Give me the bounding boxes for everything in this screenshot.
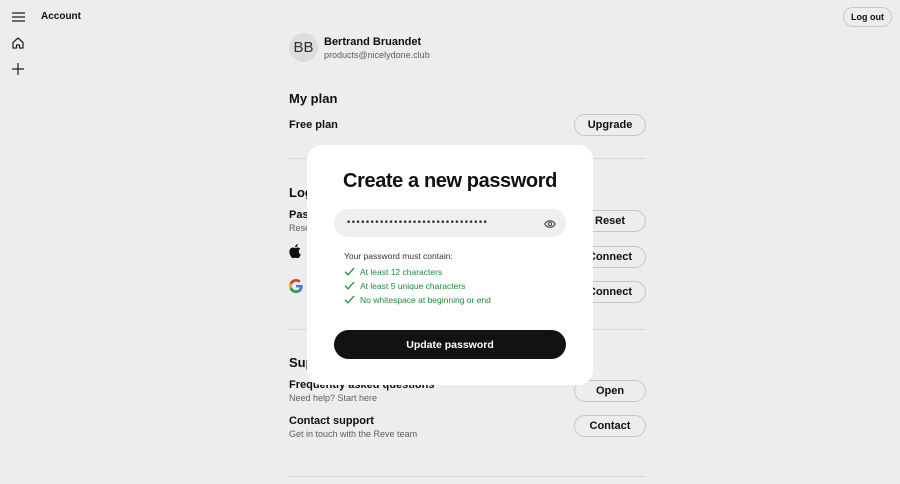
requirement-label: At least 12 characters — [360, 266, 443, 277]
requirements-title: Your password must contain: — [344, 251, 453, 261]
requirement-label: No whitespace at beginning or end — [360, 294, 491, 305]
check-icon — [344, 281, 355, 290]
password-value: •••••••••••••••••••••••••••••• — [346, 218, 488, 228]
requirement-item: At least 5 unique characters — [344, 280, 465, 291]
requirement-item: At least 12 characters — [344, 266, 442, 277]
requirement-item: No whitespace at beginning or end — [344, 294, 491, 305]
check-icon — [344, 267, 355, 276]
check-icon — [344, 295, 355, 304]
eye-icon[interactable] — [544, 217, 556, 229]
update-password-button[interactable]: Update password — [334, 330, 566, 359]
dialog-title: Create a new password — [343, 170, 557, 192]
requirement-label: At least 5 unique characters — [360, 280, 466, 291]
new-password-input[interactable]: •••••••••••••••••••••••••••••• — [334, 209, 566, 237]
create-password-dialog: Create a new password ••••••••••••••••••… — [307, 145, 593, 385]
